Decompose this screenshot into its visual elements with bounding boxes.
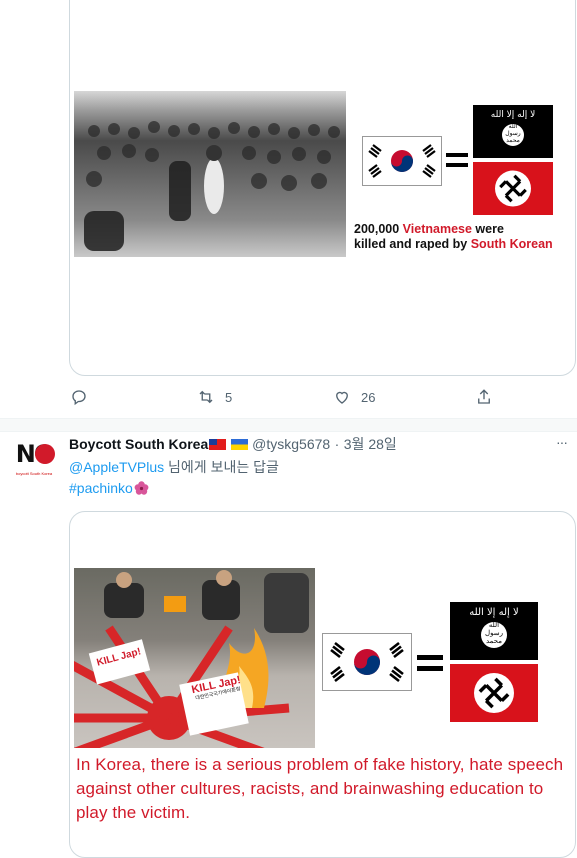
black-flag: لا إله إلا الله الله رسول محمد bbox=[473, 105, 553, 158]
tweet2-image-caption: In Korea, there is a serious problem of … bbox=[76, 755, 564, 822]
author-name[interactable]: Boycott South Korea bbox=[69, 436, 208, 452]
avatar[interactable]: NO boycott South Korea bbox=[10, 438, 58, 486]
share-icon bbox=[478, 389, 490, 404]
taiwan-flag-icon bbox=[209, 439, 227, 450]
tweet2-text: #pachinko bbox=[69, 480, 149, 496]
swastika-flag bbox=[473, 162, 553, 215]
heart-icon bbox=[336, 391, 348, 404]
tweet1-media-card[interactable]: لا إله إلا الله الله رسول محمد 200,000 V… bbox=[69, 0, 576, 376]
black-flag-text: لا إله إلا الله bbox=[490, 110, 536, 120]
tweet1-action-bar: 5 26 bbox=[0, 388, 577, 410]
tweet2-header: Boycott South Korea @tyskg5678 · 3월 28일 bbox=[69, 434, 569, 454]
crowd-photo-graphic bbox=[84, 121, 340, 251]
equals-sign-bottom bbox=[417, 666, 443, 671]
tweet1-photo bbox=[74, 91, 346, 257]
avatar-subtext: boycott South Korea bbox=[15, 471, 53, 476]
author-handle[interactable]: @tyskg5678 bbox=[252, 436, 330, 452]
more-options-button[interactable]: ··· bbox=[556, 434, 568, 450]
equals-sign-top bbox=[446, 153, 468, 157]
equals-sign-top bbox=[417, 655, 443, 660]
reply-to-text: 님에게 보내는 답글 bbox=[164, 459, 279, 475]
hashtag-link[interactable]: #pachinko bbox=[69, 480, 133, 496]
avatar-red-circle bbox=[35, 444, 55, 464]
separator-dot: · bbox=[334, 436, 340, 452]
swastika-flag bbox=[450, 664, 538, 722]
tweet2-photo: KILL Jap! KILL Jap! 대한민국국가에이혼령 bbox=[74, 568, 315, 748]
black-flag-seal: الله رسول محمد bbox=[481, 622, 507, 648]
black-flag: لا إله إلا الله الله رسول محمد bbox=[450, 602, 538, 660]
like-button[interactable]: 26 bbox=[333, 388, 375, 406]
tweet-divider bbox=[0, 418, 577, 432]
hibiscus-emoji-icon bbox=[134, 481, 149, 495]
reply-button[interactable] bbox=[70, 388, 98, 406]
retweet-icon bbox=[199, 390, 213, 404]
korean-flag bbox=[322, 633, 412, 691]
reply-to-handle[interactable]: @AppleTVPlus bbox=[69, 459, 164, 475]
reply-icon bbox=[72, 390, 86, 406]
black-flag-text: لا إله إلا الله bbox=[469, 607, 519, 618]
tweet-date[interactable]: 3월 28일 bbox=[344, 436, 397, 452]
share-button[interactable] bbox=[475, 388, 493, 406]
tweet1-image-caption: 200,000 Vietnamese were killed and raped… bbox=[354, 222, 553, 251]
korean-flag bbox=[362, 136, 442, 186]
tweet2-media-card[interactable]: KILL Jap! KILL Jap! 대한민국국가에이혼령 لا إله إل… bbox=[69, 511, 576, 858]
reply-context: @AppleTVPlus 님에게 보내는 답글 bbox=[69, 457, 279, 477]
black-flag-seal: الله رسول محمد bbox=[502, 124, 524, 146]
ukraine-flag-icon bbox=[230, 439, 248, 450]
retweet-button[interactable]: 5 bbox=[197, 388, 232, 406]
equals-sign-bottom bbox=[446, 163, 468, 167]
